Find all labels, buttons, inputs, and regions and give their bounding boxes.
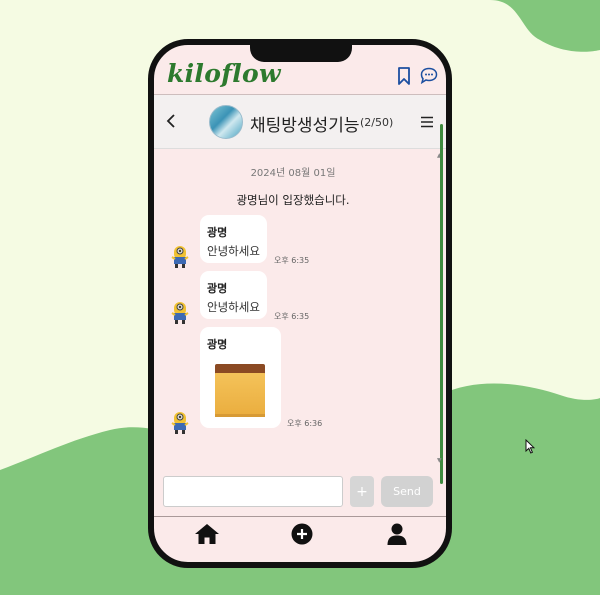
attach-plus-button[interactable]: + bbox=[350, 476, 374, 507]
message-sender: 광명 bbox=[207, 282, 228, 295]
castella-cake-image[interactable] bbox=[214, 364, 266, 418]
mouse-cursor-icon bbox=[525, 439, 535, 454]
chat-bubble-icon[interactable] bbox=[420, 67, 438, 84]
user-avatar[interactable] bbox=[170, 409, 190, 435]
phone-frame: kiloflow 채팅방생성기능 (2/50) ▲ ▼ 2024년 08월 01… bbox=[148, 39, 452, 568]
scrollbar[interactable]: ▲ ▼ bbox=[435, 124, 444, 484]
message-composer: + Send bbox=[154, 469, 446, 517]
user-avatar[interactable] bbox=[170, 243, 190, 269]
chevron-left-icon[interactable] bbox=[166, 113, 176, 129]
message-bubble[interactable]: 광명 안녕하세요 bbox=[200, 215, 267, 263]
message-time: 오후 6:35 bbox=[274, 256, 310, 265]
room-title: 채팅방생성기능 bbox=[250, 116, 360, 136]
date-divider: 2024년 08월 01일 bbox=[250, 168, 336, 179]
home-icon[interactable] bbox=[194, 523, 220, 545]
message-bubble[interactable]: 광명 안녕하세요 bbox=[200, 271, 267, 319]
room-member-count: (2/50) bbox=[360, 116, 394, 129]
app-header: kiloflow bbox=[154, 45, 446, 95]
phone-notch bbox=[250, 45, 352, 62]
message-text: 안녕하세요 bbox=[207, 300, 260, 314]
send-button[interactable]: Send bbox=[381, 476, 433, 507]
room-avatar bbox=[209, 105, 243, 139]
message-time: 오후 6:35 bbox=[274, 312, 310, 321]
user-avatar[interactable] bbox=[170, 299, 190, 325]
message-time: 오후 6:36 bbox=[287, 419, 323, 428]
message-sender: 광명 bbox=[207, 338, 228, 351]
app-logo[interactable]: kiloflow bbox=[167, 59, 281, 88]
add-circle-icon[interactable] bbox=[291, 523, 313, 545]
hamburger-menu-icon[interactable] bbox=[420, 116, 434, 128]
message-text: 안녕하세요 bbox=[207, 244, 260, 258]
scrollbar-thumb[interactable] bbox=[440, 124, 443, 484]
chat-room-header: 채팅방생성기능 (2/50) bbox=[154, 95, 446, 149]
bookmark-icon[interactable] bbox=[397, 67, 411, 85]
message-bubble[interactable]: 광명 bbox=[200, 327, 281, 428]
profile-icon[interactable] bbox=[387, 523, 407, 545]
bottom-nav bbox=[154, 517, 446, 562]
message-input[interactable] bbox=[163, 476, 343, 507]
message-sender: 광명 bbox=[207, 226, 228, 239]
scroll-down-arrow-icon[interactable]: ▼ bbox=[437, 457, 442, 464]
system-message: 광명님이 입장했습니다. bbox=[236, 193, 350, 207]
